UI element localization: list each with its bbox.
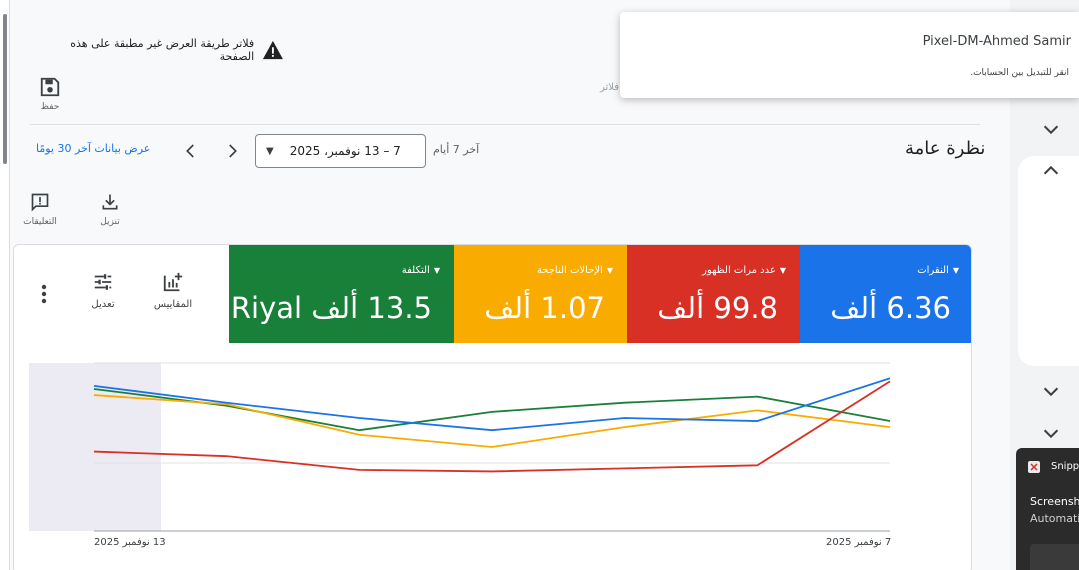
chevron-up-icon[interactable] [1040,160,1062,182]
download-button[interactable]: تنزيل [92,192,128,227]
tile-value: 13.5 ألف Riyal [230,291,432,325]
divider [30,124,980,125]
download-icon [102,194,118,210]
edit-button[interactable]: تعديل [88,271,118,310]
download-label: تنزيل [100,217,120,227]
tile-label: النقرات [917,265,949,276]
snipping-tool-icon [1028,461,1040,473]
notification-line-1: Screenshot copied [1030,495,1079,508]
chevron-down-icon[interactable] [1040,118,1062,140]
tile-value: 99.8 ألف [657,291,778,325]
card-tools: تعديل المقاييس [14,245,229,343]
tile-label: عدد مرات الظهور [702,265,776,276]
chevron-right-icon [229,144,237,158]
series-line-conversions [93,394,891,448]
dropdown-arrow-icon: ▼ [433,266,440,275]
save-icon [40,77,60,97]
account-name[interactable]: Pixel-DM-Ahmed Samir [923,34,1071,49]
tile-clicks[interactable]: ▼ النقرات 6.36 ألف [800,245,971,343]
comment-icon [31,193,49,212]
series-line-cost [93,388,891,432]
save-button[interactable]: حفظ [32,76,68,112]
metrics-button[interactable]: المقاييس [148,271,198,310]
tile-label: الإحالات الناجحة [536,265,603,276]
scrollbar-thumb[interactable] [3,14,7,164]
tile-impressions[interactable]: ▼ عدد مرات الظهور 99.8 ألف [627,245,800,343]
date-range-select[interactable]: ▼ 7 – 13 نوفمبر، 2025 [255,134,426,168]
tile-value: 6.36 ألف [830,291,951,325]
page-title: نظرة عامة [905,138,986,159]
dropdown-arrow-icon: ▼ [266,145,274,157]
x-tick-label-start: 13 نوفمبر 2025 [94,537,166,548]
notification-title: Snipping Tool [1051,461,1079,472]
account-switch-popup[interactable]: Pixel-DM-Ahmed Samir انقر للتبديل بين ال… [620,12,1079,98]
side-panel-card [1018,156,1079,366]
date-range-value: 7 – 13 نوفمبر، 2025 [289,144,401,158]
add-chart-icon [163,272,183,292]
account-switch-hint: انقر للتبديل بين الحسابات. [970,68,1069,78]
dropdown-arrow-icon: ▼ [952,266,959,275]
dropdown-arrow-icon: ▼ [606,266,613,275]
filter-hint: فلاتر [600,82,620,93]
chevron-down-icon[interactable] [1040,422,1062,444]
metrics-label: المقاييس [153,299,193,310]
edit-label: تعديل [91,299,115,310]
save-label: حفظ [40,102,60,112]
previous-period-button[interactable] [178,138,204,164]
dropdown-arrow-icon: ▼ [779,266,786,275]
period-label: آخر 7 أيام [433,143,480,156]
next-period-button[interactable] [219,138,245,164]
warning-icon [263,40,284,60]
show-30-days-link[interactable]: عرض بيانات آخر 30 يومًا [36,142,150,155]
notification-line-2: Automatically saved [1030,512,1079,525]
filters-warning: فلاتر طريقة العرض غير مطبقة على هذه الصف… [34,37,284,63]
notification-action-button[interactable] [1030,544,1079,570]
comments-label: التعليقات [23,217,57,227]
series-line-impressions [93,380,891,473]
more-options-icon[interactable] [34,283,54,305]
snipping-tool-notification[interactable]: Snipping Tool Screenshot copied Automati… [1016,448,1079,570]
tile-label: التكلفة [401,265,430,276]
tile-conversions[interactable]: ▼ الإحالات الناجحة 1.07 ألف [454,245,627,343]
chevron-down-icon[interactable] [1040,380,1062,402]
left-scrollbar[interactable] [0,0,10,570]
tune-icon [94,274,112,290]
tile-cost[interactable]: ▼ التكلفة 13.5 ألف Riyal [229,245,454,343]
performance-card: تعديل المقاييس ▼ التكلفة 13.5 ألف Riyal ▼… [13,244,972,570]
warning-text: فلاتر طريقة العرض غير مطبقة على هذه الصف… [70,37,255,63]
comments-button[interactable]: التعليقات [22,192,58,227]
tile-value: 1.07 ألف [484,291,605,325]
chevron-left-icon [186,144,194,158]
x-tick-label-end: 7 نوفمبر 2025 [826,537,892,548]
